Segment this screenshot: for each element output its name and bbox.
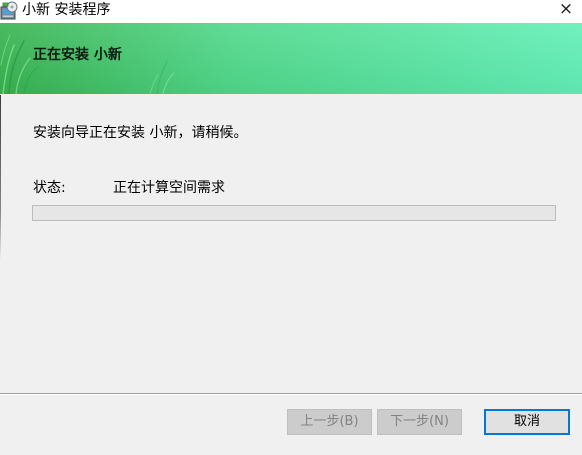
progress-bar <box>32 205 556 221</box>
footer: 上一步(B) 下一步(N) 取消 <box>0 395 582 455</box>
close-button[interactable]: × <box>550 0 582 21</box>
content-panel: 安装向导正在安装 小新，请稍候。 状态: 正在计算空间需求 <box>0 94 582 393</box>
close-icon: × <box>558 0 574 19</box>
banner: 正在安装 小新 <box>0 23 582 94</box>
cancel-button[interactable]: 取消 <box>484 409 570 435</box>
banner-title: 正在安装 小新 <box>33 47 122 63</box>
window-title: 小新 安装程序 <box>22 2 111 18</box>
installer-icon <box>0 1 19 21</box>
title-bar[interactable]: 小新 安装程序 × <box>0 0 582 23</box>
status-label: 状态: <box>33 180 66 196</box>
next-button[interactable]: 下一步(N) <box>377 409 462 435</box>
status-value: 正在计算空间需求 <box>113 180 225 196</box>
window-left-border <box>0 95 1 260</box>
back-button[interactable]: 上一步(B) <box>287 409 372 435</box>
install-message: 安装向导正在安装 小新，请稍候。 <box>33 125 248 141</box>
